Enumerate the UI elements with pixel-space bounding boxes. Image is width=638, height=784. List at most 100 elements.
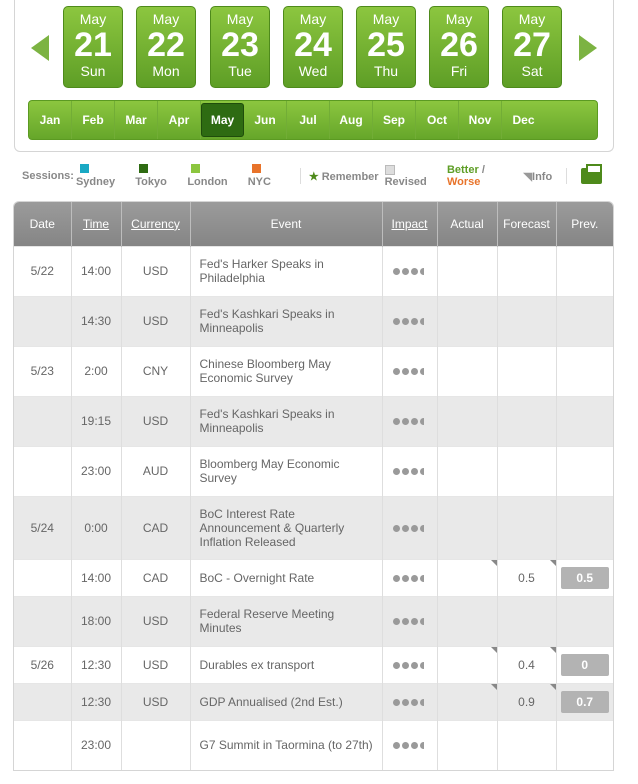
- prev-badge: 0.7: [560, 690, 609, 713]
- cell-event[interactable]: Fed's Kashkari Speaks in Minneapolis: [190, 295, 383, 346]
- cell-date: 5/24: [14, 495, 72, 559]
- prev-week-arrow-icon[interactable]: [31, 35, 49, 61]
- sessions-label: Sessions:: [22, 170, 74, 182]
- cell-event[interactable]: Bloomberg May Economic Survey: [190, 445, 383, 496]
- col-impact-label[interactable]: Impact: [391, 217, 427, 231]
- session-nyc-label: NYC: [247, 176, 271, 188]
- impact-dots-icon: [393, 314, 426, 328]
- day-tile[interactable]: May 21 Sun: [63, 6, 123, 88]
- print-icon[interactable]: [581, 164, 603, 184]
- legend-divider-2: [566, 168, 568, 184]
- cell-event[interactable]: Durables ex transport: [190, 645, 383, 683]
- cell-date: [14, 395, 72, 446]
- day-number: 24: [294, 26, 332, 64]
- day-tile[interactable]: May 22 Mon: [136, 6, 196, 88]
- cell-event[interactable]: Chinese Bloomberg May Economic Survey: [190, 345, 383, 396]
- day-tile[interactable]: May 24 Wed: [283, 6, 343, 88]
- day-tile[interactable]: May 26 Fri: [429, 6, 489, 88]
- day-month: May: [372, 11, 400, 27]
- month-jul[interactable]: Jul: [287, 101, 330, 139]
- table-row[interactable]: 5/23 2:00 CNY Chinese Bloomberg May Economi…: [14, 345, 613, 396]
- month-nov[interactable]: Nov: [459, 101, 502, 139]
- info-label: Info: [532, 170, 553, 183]
- table-row[interactable]: 12:30 USD GDP Annualised (2nd Est.) 0.9 0.7: [14, 682, 613, 720]
- next-week-arrow-icon[interactable]: [579, 35, 597, 61]
- cell-forecast: [497, 719, 557, 770]
- month-apr[interactable]: Apr: [158, 101, 201, 139]
- day-tile[interactable]: May 25 Thu: [356, 6, 416, 88]
- sydney-swatch-icon: [79, 164, 89, 173]
- cell-event[interactable]: BoC - Overnight Rate: [190, 558, 383, 596]
- month-feb[interactable]: Feb: [72, 101, 115, 139]
- session-nyc[interactable]: NYC: [248, 164, 286, 188]
- cell-event[interactable]: Fed's Harker Speaks in Philadelphia: [190, 245, 383, 296]
- cell-event[interactable]: Federal Reserve Meeting Minutes: [190, 595, 383, 646]
- cell-impact: [382, 719, 438, 770]
- cell-event[interactable]: BoC Interest Rate Announcement & Quarter…: [190, 495, 383, 559]
- cell-impact: [382, 345, 438, 396]
- session-sydney-label: Sydney: [75, 176, 116, 188]
- day-month: May: [152, 11, 180, 27]
- table-row[interactable]: 14:00 CAD BoC - Overnight Rate 0.5 0.5: [14, 558, 613, 596]
- cell-currency: USD: [121, 595, 191, 646]
- impact-dots-icon: [393, 614, 426, 628]
- col-currency-label[interactable]: Currency: [131, 217, 180, 231]
- col-event: Event: [190, 202, 383, 246]
- cell-event[interactable]: GDP Annualised (2nd Est.): [190, 682, 383, 720]
- table-row[interactable]: 23:00 AUD Bloomberg May Economic Survey: [14, 445, 613, 496]
- table-row[interactable]: 5/26 12:30 USD Durables ex transport 0.4 0: [14, 645, 613, 683]
- table-row[interactable]: 19:15 USD Fed's Kashkari Speaks in Minneap…: [14, 395, 613, 446]
- cell-event[interactable]: G7 Summit in Taormina (to 27th): [190, 719, 383, 770]
- session-sydney[interactable]: Sydney: [76, 164, 129, 188]
- col-impact[interactable]: Impact: [382, 202, 438, 246]
- day-weekday: Thu: [373, 63, 399, 79]
- table-row[interactable]: 23:00 G7 Summit in Taormina (to 27th): [14, 719, 613, 770]
- cell-currency: CAD: [121, 495, 191, 559]
- cell-prev: 0.7: [556, 682, 613, 720]
- month-sep[interactable]: Sep: [373, 101, 416, 139]
- month-jan[interactable]: Jan: [29, 101, 72, 139]
- cell-impact: [382, 682, 438, 720]
- session-tokyo[interactable]: Tokyo: [135, 164, 181, 188]
- cell-time: 12:30: [71, 645, 122, 683]
- impact-dots-icon: [393, 414, 426, 428]
- nyc-swatch-icon: [251, 164, 261, 173]
- economic-calendar-table: Date Time Currency Event Impact Actual F…: [13, 201, 614, 771]
- month-aug[interactable]: Aug: [330, 101, 373, 139]
- day-number: 26: [440, 26, 478, 64]
- cell-prev: [556, 245, 613, 296]
- cell-date: [14, 445, 72, 496]
- month-oct[interactable]: Oct: [416, 101, 459, 139]
- col-time-label[interactable]: Time: [83, 217, 109, 231]
- day-tile[interactable]: May 23 Tue: [210, 6, 270, 88]
- cell-date: [14, 719, 72, 770]
- revised-icon: [384, 165, 395, 176]
- col-date: Date: [14, 202, 72, 246]
- cell-forecast: [497, 445, 557, 496]
- month-mar[interactable]: Mar: [115, 101, 158, 139]
- cell-time: 14:00: [71, 245, 122, 296]
- table-row[interactable]: 14:30 USD Fed's Kashkari Speaks in Minneap…: [14, 295, 613, 346]
- cell-impact: [382, 558, 438, 596]
- day-tile[interactable]: May 27 Sat: [502, 6, 562, 88]
- day-number: 22: [147, 26, 185, 64]
- month-jun[interactable]: Jun: [244, 101, 287, 139]
- cell-currency: USD: [121, 395, 191, 446]
- day-number: 21: [74, 26, 112, 64]
- table-row[interactable]: 18:00 USD Federal Reserve Meeting Minutes: [14, 595, 613, 646]
- cell-event[interactable]: Fed's Kashkari Speaks in Minneapolis: [190, 395, 383, 446]
- better-worse-key: Better / Worse: [447, 164, 518, 188]
- month-dec[interactable]: Dec: [502, 101, 545, 139]
- impact-dots-icon: [393, 364, 426, 378]
- month-may[interactable]: May: [201, 103, 244, 137]
- col-time[interactable]: Time: [71, 202, 122, 246]
- table-row[interactable]: 5/22 14:00 USD Fed's Harker Speaks in Phila…: [14, 245, 613, 296]
- cell-prev: [556, 495, 613, 559]
- table-row[interactable]: 5/24 0:00 CAD BoC Interest Rate Announcemen…: [14, 495, 613, 559]
- col-currency[interactable]: Currency: [121, 202, 191, 246]
- cell-currency: USD: [121, 645, 191, 683]
- session-london[interactable]: London: [187, 164, 241, 188]
- cell-actual: [437, 682, 498, 720]
- session-london-label: London: [187, 176, 228, 188]
- day-month: May: [445, 11, 473, 27]
